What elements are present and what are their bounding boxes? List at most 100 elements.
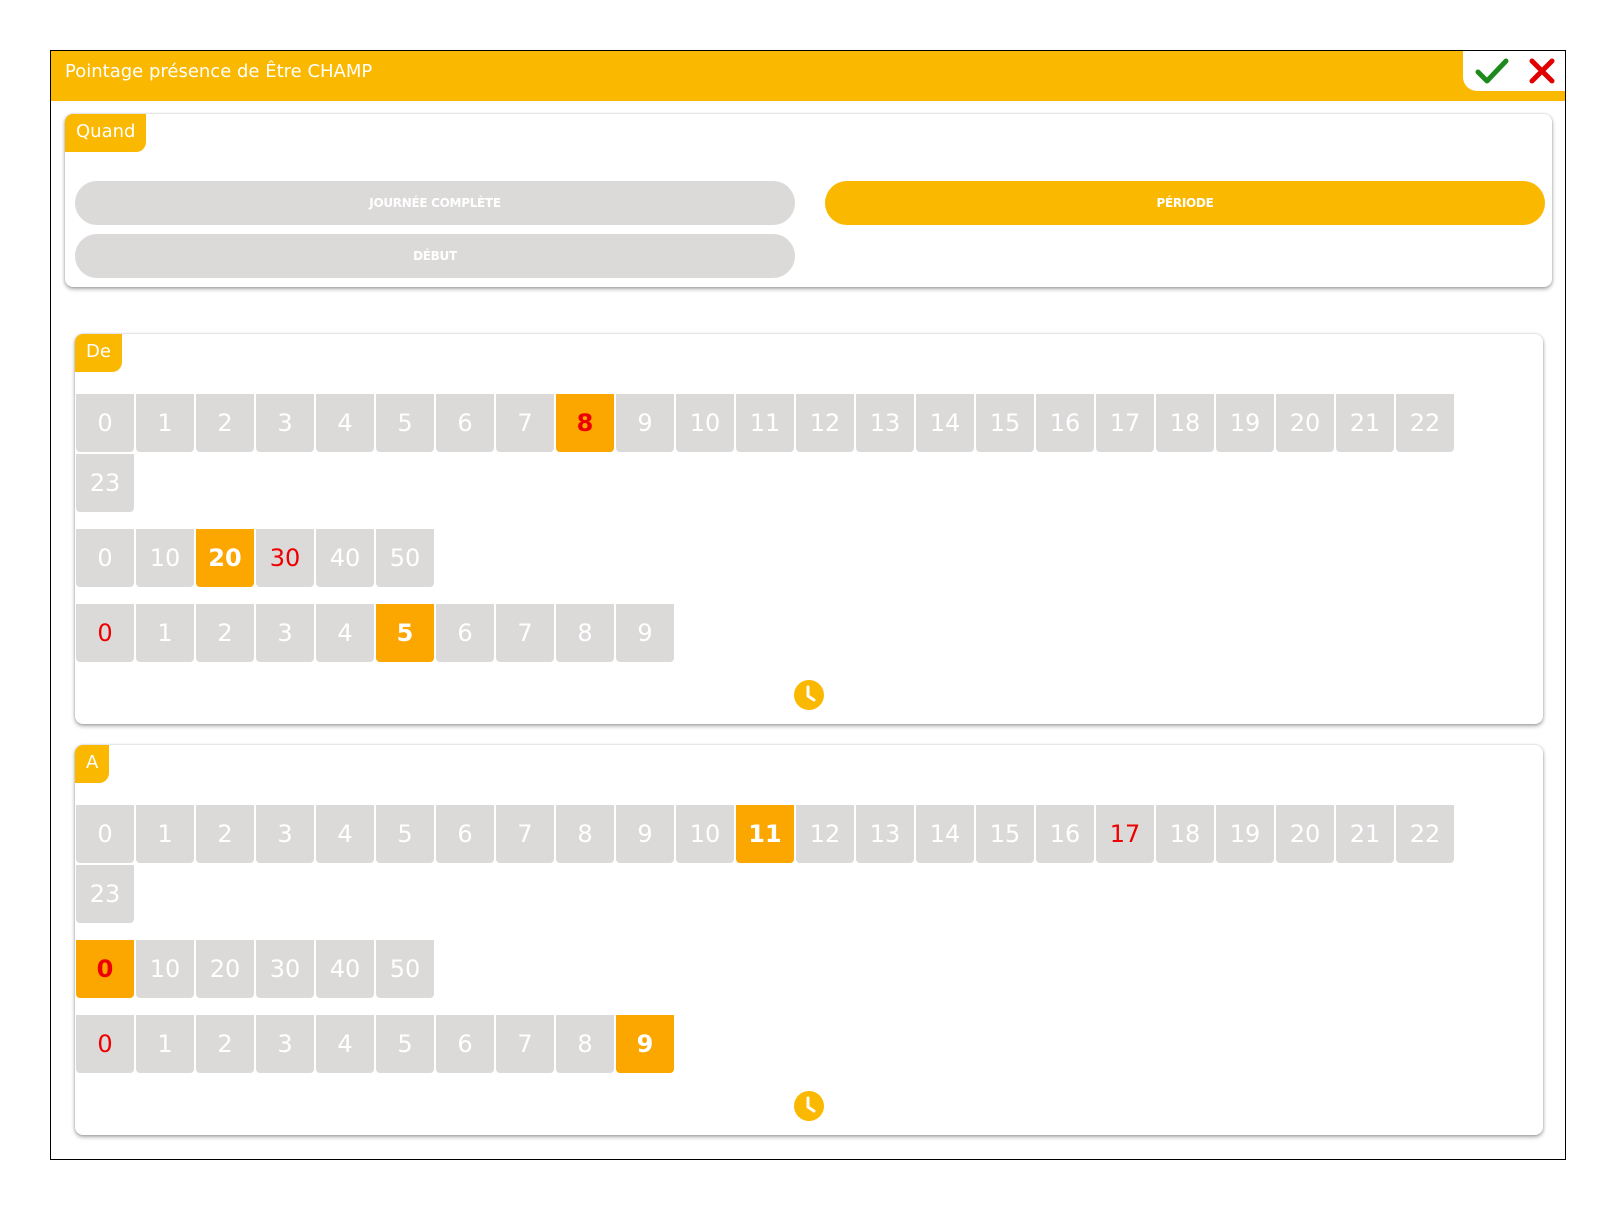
to-hour-cell[interactable]: 18 — [1156, 805, 1214, 863]
from-label: De — [75, 334, 122, 372]
from-hour-cell[interactable]: 0 — [76, 394, 134, 452]
to-minute-units-cell[interactable]: 2 — [196, 1015, 254, 1073]
full-day-button[interactable]: JOURNÉE COMPLÈTE — [75, 181, 795, 225]
to-hour-cell[interactable]: 8 — [556, 805, 614, 863]
to-hours-grid: 0 1 2 3 4 5 6 7 8 9 10 11 12 13 14 15 16 17 18 19 20 21 22 23 — [76, 805, 1496, 925]
to-hour-cell[interactable]: 16 — [1036, 805, 1094, 863]
from-hour-cell[interactable]: 23 — [76, 454, 134, 512]
from-minute-units-cell[interactable]: 8 — [556, 604, 614, 662]
start-button[interactable]: DÉBUT — [75, 234, 795, 278]
from-hour-cell[interactable]: 7 — [496, 394, 554, 452]
to-minute-tens-cell[interactable]: 40 — [316, 940, 374, 998]
to-hour-cell[interactable]: 23 — [76, 865, 134, 923]
dialog-titlebar: Pointage présence de Être CHAMP — [51, 51, 1565, 101]
from-minute-units-cell[interactable]: 4 — [316, 604, 374, 662]
when-panel: Quand JOURNÉE COMPLÈTE PÉRIODE DÉBUT — [65, 114, 1552, 287]
from-hour-cell[interactable]: 11 — [736, 394, 794, 452]
to-minute-units-grid: 0123456789 — [76, 1015, 876, 1075]
from-minute-units-cell[interactable]: 7 — [496, 604, 554, 662]
to-minute-tens-cell[interactable]: 30 — [256, 940, 314, 998]
clock-icon[interactable] — [793, 679, 825, 711]
period-button[interactable]: PÉRIODE — [825, 181, 1545, 225]
clock-icon[interactable] — [793, 1090, 825, 1122]
to-minute-tens-cell[interactable]: 0 — [76, 940, 134, 998]
from-minute-units-cell[interactable]: 2 — [196, 604, 254, 662]
from-hour-cell[interactable]: 3 — [256, 394, 314, 452]
to-minute-units-cell[interactable]: 4 — [316, 1015, 374, 1073]
from-minute-units-cell[interactable]: 5 — [376, 604, 434, 662]
to-hour-cell[interactable]: 9 — [616, 805, 674, 863]
to-minute-tens-cell[interactable]: 10 — [136, 940, 194, 998]
to-hour-cell[interactable]: 1 — [136, 805, 194, 863]
from-minute-tens-cell[interactable]: 0 — [76, 529, 134, 587]
to-hour-cell[interactable]: 4 — [316, 805, 374, 863]
to-hour-cell[interactable]: 2 — [196, 805, 254, 863]
from-hours-grid: 0 1 2 3 4 5 6 7 8 9 10 11 12 13 14 15 16 17 18 19 20 21 22 23 — [76, 394, 1496, 514]
from-hour-cell[interactable]: 9 — [616, 394, 674, 452]
to-hour-cell[interactable]: 10 — [676, 805, 734, 863]
from-hour-cell[interactable]: 18 — [1156, 394, 1214, 452]
to-minute-units-cell[interactable]: 1 — [136, 1015, 194, 1073]
to-hour-cell[interactable]: 21 — [1336, 805, 1394, 863]
confirm-button[interactable] — [1473, 54, 1511, 88]
to-hour-cell[interactable]: 12 — [796, 805, 854, 863]
from-minute-tens-cell[interactable]: 30 — [256, 529, 314, 587]
from-hour-cell[interactable]: 21 — [1336, 394, 1394, 452]
from-hour-cell[interactable]: 19 — [1216, 394, 1274, 452]
to-hour-cell[interactable]: 22 — [1396, 805, 1454, 863]
from-hour-cell[interactable]: 13 — [856, 394, 914, 452]
from-minute-units-cell[interactable]: 0 — [76, 604, 134, 662]
to-minute-units-cell[interactable]: 5 — [376, 1015, 434, 1073]
check-icon — [1475, 58, 1509, 84]
from-hour-cell[interactable]: 16 — [1036, 394, 1094, 452]
to-minute-units-cell[interactable]: 9 — [616, 1015, 674, 1073]
from-hour-cell[interactable]: 4 — [316, 394, 374, 452]
to-hour-cell[interactable]: 6 — [436, 805, 494, 863]
to-minute-units-cell[interactable]: 3 — [256, 1015, 314, 1073]
from-hour-cell[interactable]: 17 — [1096, 394, 1154, 452]
from-hour-cell[interactable]: 15 — [976, 394, 1034, 452]
to-minute-units-cell[interactable]: 6 — [436, 1015, 494, 1073]
to-hour-cell[interactable]: 17 — [1096, 805, 1154, 863]
from-hour-cell[interactable]: 2 — [196, 394, 254, 452]
from-minute-units-cell[interactable]: 6 — [436, 604, 494, 662]
to-minute-units-cell[interactable]: 0 — [76, 1015, 134, 1073]
when-label: Quand — [65, 114, 147, 152]
from-minute-units-cell[interactable]: 1 — [136, 604, 194, 662]
from-minute-tens-cell[interactable]: 40 — [316, 529, 374, 587]
to-hour-cell[interactable]: 7 — [496, 805, 554, 863]
from-hour-cell[interactable]: 6 — [436, 394, 494, 452]
to-hour-cell[interactable]: 14 — [916, 805, 974, 863]
from-hour-cell[interactable]: 1 — [136, 394, 194, 452]
attendance-dialog: Pointage présence de Être CHAMP Quand JO… — [50, 50, 1566, 1160]
to-hour-cell[interactable]: 11 — [736, 805, 794, 863]
to-minute-tens-cell[interactable]: 20 — [196, 940, 254, 998]
dialog-actions — [1463, 51, 1565, 91]
from-hour-cell[interactable]: 10 — [676, 394, 734, 452]
to-minute-units-cell[interactable]: 7 — [496, 1015, 554, 1073]
to-hour-cell[interactable]: 15 — [976, 805, 1034, 863]
to-hour-cell[interactable]: 13 — [856, 805, 914, 863]
from-hour-cell[interactable]: 5 — [376, 394, 434, 452]
to-hour-cell[interactable]: 20 — [1276, 805, 1334, 863]
from-hour-cell[interactable]: 12 — [796, 394, 854, 452]
from-minute-units-grid: 0123456789 — [76, 604, 876, 664]
to-minute-tens-cell[interactable]: 50 — [376, 940, 434, 998]
to-hour-cell[interactable]: 5 — [376, 805, 434, 863]
to-minute-units-cell[interactable]: 8 — [556, 1015, 614, 1073]
from-hour-cell[interactable]: 8 — [556, 394, 614, 452]
from-hour-cell[interactable]: 14 — [916, 394, 974, 452]
to-hour-cell[interactable]: 0 — [76, 805, 134, 863]
from-minute-tens-cell[interactable]: 20 — [196, 529, 254, 587]
from-minute-units-cell[interactable]: 9 — [616, 604, 674, 662]
from-hour-cell[interactable]: 20 — [1276, 394, 1334, 452]
cancel-button[interactable] — [1523, 54, 1561, 88]
to-minute-tens-grid: 0 10 20 30 40 50 — [76, 940, 676, 1000]
from-hour-cell[interactable]: 22 — [1396, 394, 1454, 452]
from-minute-tens-cell[interactable]: 10 — [136, 529, 194, 587]
from-minute-tens-cell[interactable]: 50 — [376, 529, 434, 587]
to-hour-cell[interactable]: 3 — [256, 805, 314, 863]
to-hour-cell[interactable]: 19 — [1216, 805, 1274, 863]
from-minute-tens-grid: 0 10 20 30 40 50 — [76, 529, 676, 589]
from-minute-units-cell[interactable]: 3 — [256, 604, 314, 662]
